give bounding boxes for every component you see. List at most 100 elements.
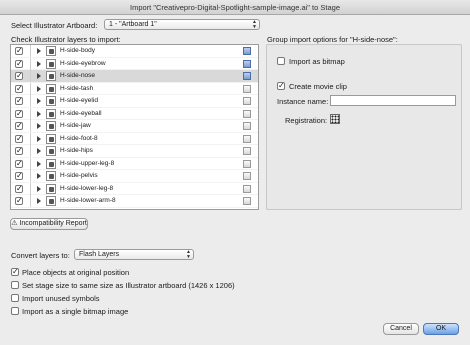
layer-list[interactable]: ✓ H-side-body ✓ H-side-eyebrow ✓ H-side-nose ✓… [10, 44, 259, 210]
layer-checkbox[interactable]: ✓ [15, 184, 23, 193]
import-as-bitmap-checkbox[interactable] [277, 57, 285, 65]
layer-checkbox[interactable]: ✓ [15, 134, 23, 143]
layer-row[interactable]: ✓ H-side-eyeball [11, 107, 258, 120]
create-movie-clip-checkbox[interactable]: ✓ [277, 82, 285, 90]
artboard-select-value: 1 - "Artboard 1" [109, 21, 157, 28]
disclosure-triangle-icon[interactable] [37, 135, 41, 142]
registration-grid-icon[interactable] [330, 114, 340, 124]
option-checkbox[interactable]: ✓ [11, 268, 19, 276]
option-checkbox[interactable] [11, 307, 19, 315]
layer-checkbox[interactable]: ✓ [15, 197, 23, 205]
option-label: Place objects at original position [22, 268, 130, 277]
import-option-icon[interactable] [243, 172, 251, 180]
import-option-icon[interactable] [243, 122, 251, 130]
registration-label: Registration: [285, 116, 328, 125]
incompatibility-report-label: Incompatibility Report [19, 220, 87, 227]
ok-button[interactable]: OK [423, 323, 459, 335]
layer-row[interactable]: ✓ H-side-nose [11, 70, 258, 83]
layer-checkbox[interactable]: ✓ [15, 147, 23, 155]
layer-thumbnail-icon [46, 108, 56, 119]
layer-name: H-side-body [60, 47, 96, 54]
layer-thumbnail-icon [46, 146, 56, 156]
disclosure-triangle-icon[interactable] [37, 198, 41, 204]
import-option-icon[interactable] [243, 147, 251, 155]
layer-row[interactable]: ✓ H-side-eyelid [11, 95, 258, 108]
divider [30, 157, 31, 170]
layer-thumbnail-icon [46, 133, 56, 144]
artboard-select[interactable]: 1 - "Artboard 1" ▲ ▼ [104, 19, 260, 30]
import-option-icon[interactable] [243, 97, 251, 105]
layer-row[interactable]: ✓ H-side-body [11, 45, 258, 58]
cancel-button[interactable]: Cancel [383, 323, 419, 335]
convert-layers-select[interactable]: Flash Layers ▲ ▼ [74, 249, 194, 260]
divider [30, 107, 31, 120]
disclosure-triangle-icon[interactable] [37, 85, 41, 92]
instance-name-label: Instance name: [277, 97, 329, 106]
disclosure-triangle-icon[interactable] [37, 48, 41, 54]
divider [30, 45, 31, 57]
layer-name: H-side-lower-leg-8 [60, 184, 114, 192]
import-option-icon[interactable] [243, 159, 251, 168]
layer-thumbnail-icon [46, 158, 56, 169]
layer-checkbox[interactable]: ✓ [15, 109, 23, 118]
layer-thumbnail-icon [46, 96, 56, 106]
import-option-icon[interactable] [243, 197, 251, 205]
select-arrows-icon: ▲ ▼ [186, 249, 191, 260]
import-option-icon[interactable] [243, 47, 251, 55]
layer-checkbox[interactable]: ✓ [15, 59, 23, 68]
incompatibility-report-button[interactable]: ⚠ Incompatibility Report [10, 218, 88, 230]
layer-row[interactable]: ✓ H-side-tash [11, 82, 258, 95]
import-option-icon[interactable] [243, 84, 251, 93]
layer-checkbox[interactable]: ✓ [15, 84, 23, 93]
layer-thumbnail-icon [46, 83, 56, 94]
layer-checkbox[interactable]: ✓ [15, 172, 23, 180]
layer-row[interactable]: ✓ H-side-foot-8 [11, 132, 258, 145]
divider [30, 57, 31, 70]
layer-row[interactable]: ✓ H-side-jaw [11, 120, 258, 133]
layer-thumbnail-icon [46, 183, 56, 194]
layer-row[interactable]: ✓ H-side-lower-arm-8 [11, 195, 258, 208]
disclosure-triangle-icon[interactable] [37, 73, 41, 79]
layer-row[interactable]: ✓ H-side-lower-leg-8 [11, 182, 258, 195]
option-checkbox[interactable] [11, 294, 19, 302]
layer-row[interactable]: ✓ H-side-pelvis [11, 170, 258, 183]
disclosure-triangle-icon[interactable] [37, 110, 41, 117]
layer-checkbox[interactable]: ✓ [15, 159, 23, 168]
layer-checkbox[interactable]: ✓ [15, 122, 23, 130]
import-option-icon[interactable] [243, 134, 251, 143]
disclosure-triangle-icon[interactable] [37, 148, 41, 154]
import-option-icon[interactable] [243, 184, 251, 193]
divider [30, 70, 31, 82]
layer-name: H-side-pelvis [60, 172, 98, 179]
layer-checkbox[interactable]: ✓ [15, 97, 23, 105]
layer-row[interactable]: ✓ H-side-eyebrow [11, 57, 258, 70]
divider [30, 170, 31, 182]
layers-label: Check Illustrator layers to import: [11, 35, 121, 44]
layer-name: H-side-foot-8 [60, 134, 98, 142]
disclosure-triangle-icon[interactable] [37, 123, 41, 129]
divider [30, 82, 31, 95]
divider [30, 145, 31, 157]
layer-thumbnail-icon [46, 196, 56, 206]
layer-checkbox[interactable]: ✓ [15, 72, 23, 80]
disclosure-triangle-icon[interactable] [37, 60, 41, 67]
disclosure-triangle-icon[interactable] [37, 173, 41, 179]
option-label: Import unused symbols [22, 294, 100, 303]
layer-thumbnail-icon [46, 58, 56, 69]
import-option-icon[interactable] [243, 109, 251, 118]
layer-row[interactable]: ✓ H-side-upper-leg-8 [11, 157, 258, 170]
option-checkbox[interactable] [11, 281, 19, 289]
import-option-icon[interactable] [243, 72, 251, 80]
divider [30, 120, 31, 132]
disclosure-triangle-icon[interactable] [37, 185, 41, 192]
import-option-icon[interactable] [243, 59, 251, 68]
disclosure-triangle-icon[interactable] [37, 160, 41, 167]
layer-row[interactable]: ✓ H-side-hips [11, 145, 258, 158]
divider [30, 132, 31, 145]
layer-name: H-side-jaw [60, 122, 91, 129]
option-label: Import as a single bitmap image [22, 307, 129, 316]
disclosure-triangle-icon[interactable] [37, 98, 41, 104]
instance-name-input[interactable] [330, 95, 456, 106]
layer-checkbox[interactable]: ✓ [15, 47, 23, 55]
layer-name: H-side-eyelid [60, 97, 98, 104]
